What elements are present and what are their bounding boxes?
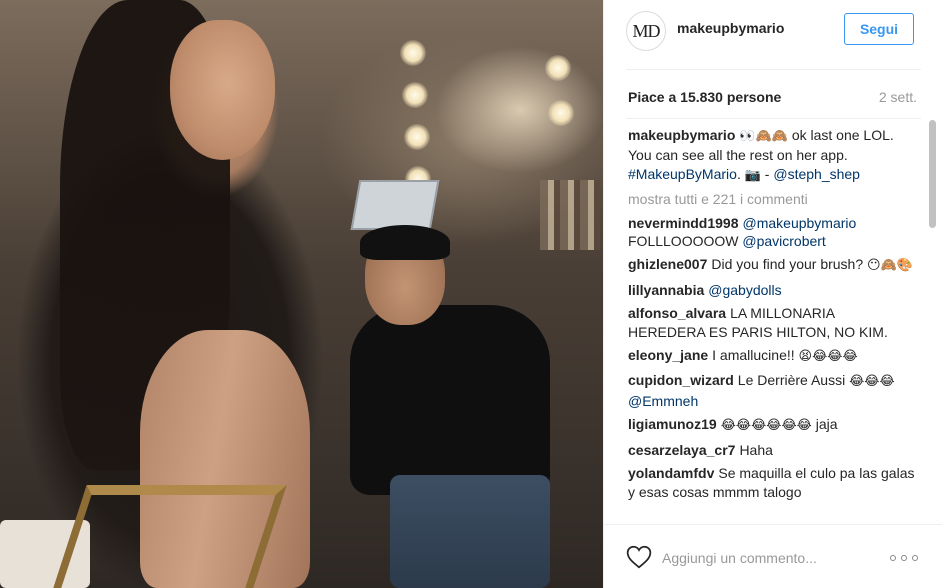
comment-rows: nevermindd1998 @makeupbymario FOLLLOOOOOW… bbox=[628, 214, 915, 501]
comment-mention[interactable]: @makeupbymario bbox=[743, 215, 857, 231]
comment-username[interactable]: nevermindd1998 bbox=[628, 215, 739, 231]
comment-row: ghizlene007 Did you find your brush? 😶🙈🎨 bbox=[628, 255, 915, 275]
photo-person-man bbox=[350, 225, 550, 588]
mirror-light bbox=[404, 124, 430, 150]
comment-username[interactable]: lillyannabia bbox=[628, 282, 704, 298]
comment-text: jaja bbox=[811, 416, 838, 433]
comment-input[interactable] bbox=[662, 547, 872, 569]
comment-emoji: 😂😂😂 bbox=[849, 374, 895, 390]
comment-row: cupidon_wizard Le Derrière Aussi 😂😂😂 @Emm… bbox=[628, 371, 915, 410]
comment-row: cesarzelaya_cr7 Haha bbox=[628, 441, 915, 459]
header-divider bbox=[626, 69, 921, 70]
post-side-panel: MD makeupbymario Segui Piace a 15.830 pe… bbox=[603, 0, 942, 588]
comment-row: eleony_jane I amallucine!! 😫😂😂😂 bbox=[628, 346, 915, 366]
likes-row: Piace a 15.830 persone 2 sett. bbox=[628, 89, 917, 109]
comment-mention[interactable]: @Emmneh bbox=[628, 393, 698, 409]
comment-username[interactable]: alfonso_alvara bbox=[628, 305, 726, 321]
follow-button[interactable]: Segui bbox=[844, 13, 914, 45]
comment-row: nevermindd1998 @makeupbymario FOLLLOOOOOW… bbox=[628, 214, 915, 251]
post-footer bbox=[604, 524, 942, 588]
comment-username[interactable]: eleony_jane bbox=[628, 347, 708, 363]
comment-emoji: 😫😂😂😂 bbox=[798, 349, 858, 365]
dot bbox=[901, 555, 907, 561]
caption-text-after: - bbox=[760, 165, 774, 182]
dot bbox=[890, 555, 896, 561]
comment-emoji: 😂😂😂😂😂😂 bbox=[720, 418, 812, 434]
mirror-light bbox=[548, 100, 574, 126]
comment-username[interactable]: cesarzelaya_cr7 bbox=[628, 442, 735, 458]
comment-username[interactable]: ligiamunoz19 bbox=[628, 416, 717, 432]
caption-username[interactable]: makeupbymario bbox=[628, 127, 735, 143]
show-all-comments-label[interactable]: mostra tutti e 221 i commenti bbox=[628, 191, 808, 207]
photo-face bbox=[170, 20, 275, 160]
comment-emoji: 😶🙈🎨 bbox=[867, 258, 913, 274]
post-time[interactable]: 2 sett. bbox=[879, 89, 917, 105]
caption-emoji: 👀🙈🙈 bbox=[739, 129, 788, 144]
photo-man-jeans bbox=[390, 475, 550, 588]
dot bbox=[912, 555, 918, 561]
show-all-comments[interactable]: mostra tutti e 221 i commenti bbox=[628, 190, 915, 208]
caption-hashtag[interactable]: #MakeupByMario bbox=[628, 166, 737, 182]
comment-row: alfonso_alvara LA MILLONARIA HEREDERA ES … bbox=[628, 304, 915, 341]
comments-scrollbar[interactable] bbox=[929, 120, 937, 524]
mirror-light bbox=[545, 55, 571, 81]
likes-divider bbox=[626, 118, 921, 119]
comment-text: Le Derrière Aussi bbox=[737, 372, 850, 389]
heart-icon[interactable] bbox=[626, 545, 652, 569]
caption-mention[interactable]: @steph_shep bbox=[773, 166, 860, 182]
post-username[interactable]: makeupbymario bbox=[677, 20, 784, 36]
comment-row: yolandamfdv Se maquilla el culo pa las ga… bbox=[628, 464, 915, 501]
comment-row: ligiamunoz19 😂😂😂😂😂😂 jaja bbox=[628, 415, 915, 435]
mirror-light bbox=[402, 82, 428, 108]
caption: makeupbymario 👀🙈🙈 ok last one LOL. You ca… bbox=[628, 126, 915, 185]
comment-username[interactable]: yolandamfdv bbox=[628, 465, 714, 481]
comment-mention[interactable]: @gabydolls bbox=[708, 282, 781, 298]
mirror-light bbox=[400, 40, 426, 66]
comment-mention[interactable]: @pavicrobert bbox=[742, 233, 825, 249]
photo-chair bbox=[53, 485, 287, 588]
scrollbar-thumb[interactable] bbox=[929, 120, 936, 228]
photo-man-shirt bbox=[350, 305, 550, 495]
comments-list[interactable]: makeupbymario 👀🙈🙈 ok last one LOL. You ca… bbox=[628, 126, 915, 522]
avatar[interactable]: MD bbox=[626, 11, 666, 51]
comment-text: Did you find your brush? bbox=[711, 256, 868, 273]
caption-text-mid: . bbox=[736, 165, 745, 182]
comment-row: lillyannabia @gabydolls bbox=[628, 281, 915, 299]
post-header: MD makeupbymario Segui bbox=[604, 0, 942, 62]
photo-man-hair bbox=[360, 225, 450, 260]
comment-text: FOLLLOOOOOW bbox=[628, 233, 743, 250]
comment-username[interactable]: ghizlene007 bbox=[628, 256, 707, 272]
comment-text: Haha bbox=[739, 441, 773, 458]
instagram-post-modal: MD makeupbymario Segui Piace a 15.830 pe… bbox=[0, 0, 942, 588]
caption-emoji-2: 📷 bbox=[744, 167, 761, 183]
likes-count[interactable]: Piace a 15.830 persone bbox=[628, 89, 781, 105]
more-options-icon[interactable] bbox=[890, 555, 918, 563]
post-photo[interactable] bbox=[0, 0, 603, 588]
comment-username[interactable]: cupidon_wizard bbox=[628, 372, 734, 388]
comment-text: I amallucine!! bbox=[712, 347, 799, 364]
avatar-monogram: MD bbox=[632, 20, 660, 41]
photo-laptop bbox=[350, 180, 440, 230]
